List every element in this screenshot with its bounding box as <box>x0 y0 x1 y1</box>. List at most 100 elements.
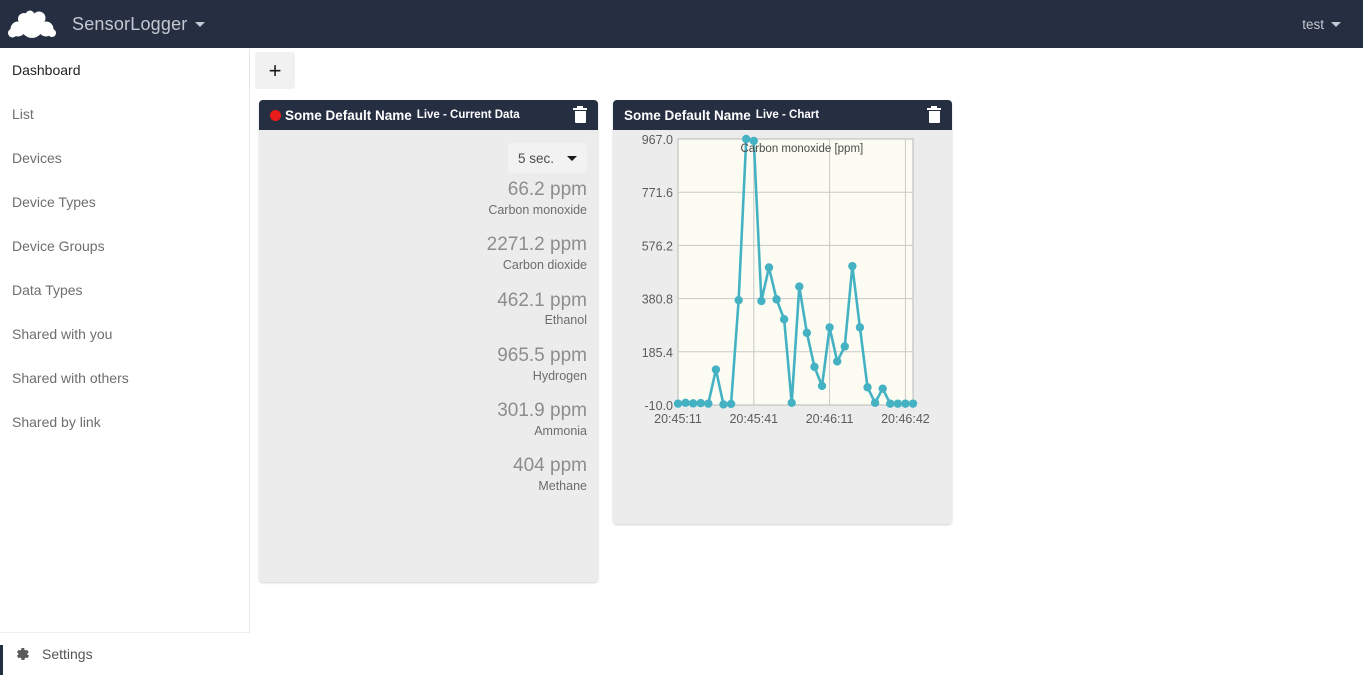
sidebar: Dashboard List Devices Device Types Devi… <box>0 48 250 675</box>
brand-menu[interactable]: SensorLogger <box>72 13 206 35</box>
sidebar-item-label: Shared with others <box>12 370 129 386</box>
reading-item: 66.2 ppm Carbon monoxide <box>287 178 587 219</box>
trash-icon[interactable] <box>573 105 587 123</box>
chevron-down-icon <box>195 21 206 27</box>
chart-point <box>878 384 887 393</box>
y-tick-label: 185.4 <box>642 346 673 360</box>
chart-point <box>795 282 804 291</box>
widget-chart: Some Default Name Live - Chart 967.0 771.… <box>613 100 952 524</box>
sidebar-item-label: Device Types <box>12 194 96 210</box>
chart-point <box>726 399 736 409</box>
chart-point <box>673 399 683 408</box>
add-widget-button[interactable]: + <box>255 52 295 89</box>
reading-name: Ammonia <box>534 423 587 438</box>
chevron-down-icon <box>567 155 577 161</box>
y-tick-label: 967.0 <box>642 133 673 147</box>
chart-point <box>711 365 721 374</box>
sidebar-item-settings[interactable]: Settings <box>0 632 250 675</box>
chart-point <box>832 357 842 366</box>
reading-name: Carbon monoxide <box>488 202 587 217</box>
widget-header: Some Default Name Live - Current Data <box>259 100 598 130</box>
sidebar-item-data-types[interactable]: Data Types <box>0 268 249 312</box>
sidebar-item-shared-with-you[interactable]: Shared with you <box>0 312 249 356</box>
x-tick-label: 20:45:11 <box>654 412 702 426</box>
chart-point <box>840 342 849 351</box>
reading-item: 404 ppm Methane <box>287 454 587 495</box>
reading-value: 404 ppm <box>513 455 587 477</box>
brand-label: SensorLogger <box>72 13 188 34</box>
sidebar-item-device-groups[interactable]: Device Groups <box>0 224 249 268</box>
sidebar-active-marker <box>0 645 3 675</box>
reading-name: Hydrogen <box>532 368 587 383</box>
readings-list: 66.2 ppm Carbon monoxide 2271.2 ppm Carb… <box>287 178 587 510</box>
top-bar: SensorLogger test <box>0 0 1363 48</box>
reading-item: 462.1 ppm Ethanol <box>287 289 587 330</box>
y-tick-label: 771.6 <box>642 186 673 200</box>
chart-point <box>817 381 827 391</box>
reading-value: 462.1 ppm <box>497 289 587 311</box>
widget-current-data: Some Default Name Live - Current Data 5 … <box>259 100 598 582</box>
main-content: + Some Default Name Live - Current Data … <box>250 48 1363 675</box>
chevron-down-icon <box>1331 21 1341 27</box>
widget-body: 967.0 771.6 576.2 380.8 185.4 -10.0 20:45:11 20… <box>613 130 952 524</box>
y-tick-label: 576.2 <box>642 239 673 253</box>
interval-select[interactable]: 5 sec. <box>507 143 587 173</box>
sidebar-item-shared-with-others[interactable]: Shared with others <box>0 356 249 400</box>
chart-point <box>825 323 834 332</box>
reading-name: Methane <box>538 479 587 493</box>
widget-body: 5 sec. 66.2 ppm Carbon monoxide 2271.2 p… <box>259 130 598 582</box>
reading-value: 2271.2 ppm <box>486 234 587 256</box>
sidebar-item-label: Devices <box>12 150 62 166</box>
widget-header: Some Default Name Live - Chart <box>613 100 952 130</box>
widget-subtitle: Live - Chart <box>755 109 820 121</box>
chart-point <box>787 398 796 408</box>
chart-point <box>757 296 766 306</box>
reading-item: 965.5 ppm Hydrogen <box>287 344 587 385</box>
chart-point <box>688 399 698 408</box>
gear-icon <box>14 646 30 662</box>
line-chart[interactable]: 967.0 771.6 576.2 380.8 185.4 -10.020:45:11 20… <box>613 130 952 470</box>
chart-legend-label: Carbon monoxide [ppm] <box>741 143 864 155</box>
widget-title: Some Default Name <box>285 107 412 123</box>
trash-icon[interactable] <box>927 105 941 123</box>
reading-value: 301.9 ppm <box>497 400 587 421</box>
chart-point <box>863 383 872 392</box>
sidebar-item-device-types[interactable]: Device Types <box>0 180 249 224</box>
x-tick-label: 20:46:11 <box>806 412 854 426</box>
x-tick-label: 20:45:41 <box>729 412 778 426</box>
chart-point <box>719 400 728 409</box>
reading-name: Ethanol <box>544 313 587 328</box>
reading-value: 66.2 ppm <box>507 179 587 200</box>
chart-point <box>886 399 895 408</box>
sidebar-item-label: List <box>12 106 34 122</box>
user-name-label: test <box>1302 16 1324 32</box>
sidebar-item-dashboard[interactable]: Dashboard <box>0 48 249 92</box>
chart-point <box>704 399 713 408</box>
sidebar-item-list[interactable]: List <box>0 92 249 136</box>
chart-point <box>764 263 774 272</box>
widget-title: Some Default Name <box>624 107 751 123</box>
chart-point <box>779 315 789 324</box>
chart-point <box>855 323 865 332</box>
sidebar-item-label: Device Groups <box>12 238 105 254</box>
sidebar-item-label: Shared by link <box>12 414 101 430</box>
reading-item: 301.9 ppm Ammonia <box>287 399 587 440</box>
recording-indicator-icon <box>270 109 281 121</box>
sidebar-item-label: Data Types <box>12 282 83 298</box>
chart-point <box>772 295 781 304</box>
owncloud-logo-icon[interactable] <box>0 0 64 48</box>
widget-subtitle: Live - Current Data <box>416 109 520 121</box>
sidebar-item-devices[interactable]: Devices <box>0 136 249 180</box>
chart-point <box>870 398 880 408</box>
sidebar-item-label: Dashboard <box>12 62 81 78</box>
chart-point <box>901 399 910 408</box>
chart-point <box>908 399 918 408</box>
reading-name: Carbon dioxide <box>502 258 587 272</box>
settings-label: Settings <box>42 646 93 662</box>
user-menu[interactable]: test <box>1302 0 1341 48</box>
reading-item: 2271.2 ppm Carbon dioxide <box>287 233 587 274</box>
sidebar-item-shared-by-link[interactable]: Shared by link <box>0 400 249 444</box>
chart-point <box>734 295 743 305</box>
y-tick-label: -10.0 <box>645 399 674 413</box>
chart-point <box>681 398 690 408</box>
